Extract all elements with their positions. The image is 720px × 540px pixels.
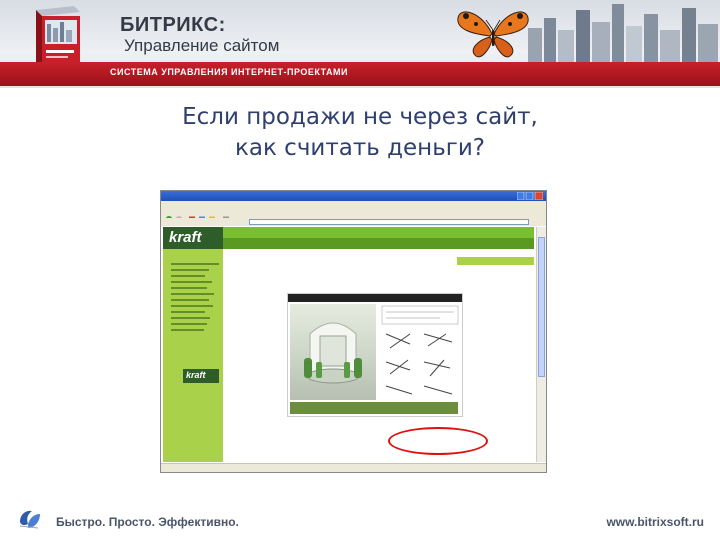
window-controls-icon bbox=[517, 192, 543, 200]
sidebar-logo: kraft bbox=[183, 369, 219, 383]
brochure-image bbox=[287, 293, 463, 417]
slide-title: Если продажи не через сайт, как считать … bbox=[0, 102, 720, 164]
header-banner: БИТРИКС: Управление сайтом СИСТЕМА УПРАВ… bbox=[0, 0, 720, 88]
tagline: СИСТЕМА УПРАВЛЕНИЯ ИНТЕРНЕТ-ПРОЕКТАМИ bbox=[110, 67, 348, 77]
brand-title: БИТРИКС: bbox=[120, 14, 226, 36]
site-nav bbox=[223, 238, 534, 249]
browser-menubar bbox=[161, 201, 546, 209]
site-phone-strip bbox=[223, 227, 534, 238]
furniture-drawings bbox=[380, 304, 460, 400]
highlight-oval bbox=[388, 427, 488, 455]
site-logo[interactable]: kraft bbox=[163, 227, 223, 249]
browser-statusbar bbox=[161, 463, 546, 472]
site-logo-text: kraft bbox=[169, 229, 202, 246]
vertical-scrollbar[interactable] bbox=[536, 227, 546, 462]
browser-address-row bbox=[161, 218, 546, 226]
browser-screenshot: kraft kraft bbox=[160, 190, 547, 473]
city-skyline-illustration bbox=[528, 4, 718, 62]
browser-titlebar bbox=[161, 191, 546, 201]
brochure-header bbox=[288, 294, 462, 302]
meeting-room-photo bbox=[290, 304, 376, 400]
meeting-room-illustration bbox=[304, 322, 362, 384]
address-bar[interactable] bbox=[249, 219, 529, 225]
sidebar-menu bbox=[171, 263, 219, 335]
furniture-sketches-icon bbox=[381, 305, 459, 395]
footer-url[interactable]: www.bitrixsoft.ru bbox=[606, 515, 704, 529]
scrollbar-thumb[interactable] bbox=[538, 237, 545, 377]
tagline-bar: СИСТЕМА УПРАВЛЕНИЯ ИНТЕРНЕТ-ПРОЕКТАМИ bbox=[0, 62, 720, 86]
site-green-button[interactable] bbox=[457, 257, 534, 265]
slide-title-line2: как считать деньги? bbox=[234, 135, 485, 161]
sidebar-logo-text: kraft bbox=[186, 370, 206, 380]
footer-slogan: Быстро. Просто. Эффективно. bbox=[56, 515, 239, 529]
site-sidebar: kraft bbox=[163, 249, 223, 462]
bitrix-logo-icon bbox=[19, 510, 40, 529]
brand-subtitle: Управление сайтом bbox=[124, 36, 280, 55]
brochure-footer bbox=[290, 402, 458, 414]
web-page: kraft kraft bbox=[163, 227, 534, 462]
slide-title-line1: Если продажи не через сайт, bbox=[182, 104, 538, 130]
